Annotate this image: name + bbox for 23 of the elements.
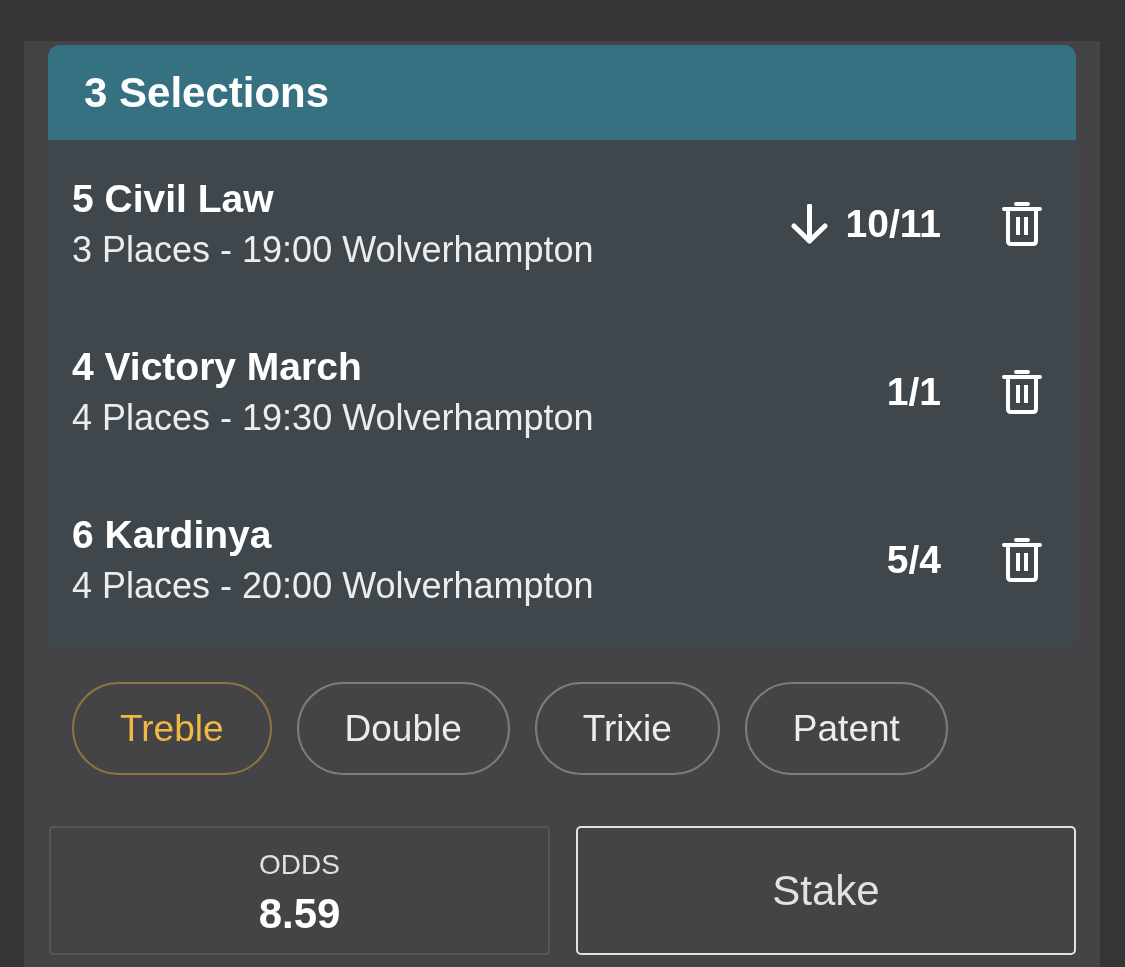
trash-icon [1002,538,1042,582]
selection-name: 6 Kardinya [72,512,272,558]
selection-name: 5 Civil Law [72,176,274,222]
delete-button[interactable] [1002,202,1042,246]
selection-name: 4 Victory March [72,344,362,390]
selection-details: 4 Places - 20:00 Wolverhampton [72,564,594,608]
bet-type-chip[interactable]: Patent [744,682,948,775]
header-title: 3 Selections [84,68,330,117]
odds-label: ODDS [259,848,340,881]
bet-type-chip[interactable]: Trixie [534,682,720,775]
trash-icon [1002,370,1042,414]
odds-value: 8.59 [258,890,341,937]
stake-field[interactable]: Stake [576,826,1076,955]
trash-icon [1002,202,1042,246]
delete-button[interactable] [1002,370,1042,414]
selection-details: 3 Places - 19:00 Wolverhampton [72,228,594,272]
odds-text: 5/4 [886,537,941,583]
odds-text: 1/1 [886,369,941,415]
delete-button[interactable] [1002,538,1042,582]
bet-type-chip[interactable]: Treble [72,682,272,775]
selection-details: 4 Places - 19:30 Wolverhampton [72,396,594,440]
bet-type-chip[interactable]: Double [296,682,510,775]
odds-text: 10/11 [845,201,941,247]
